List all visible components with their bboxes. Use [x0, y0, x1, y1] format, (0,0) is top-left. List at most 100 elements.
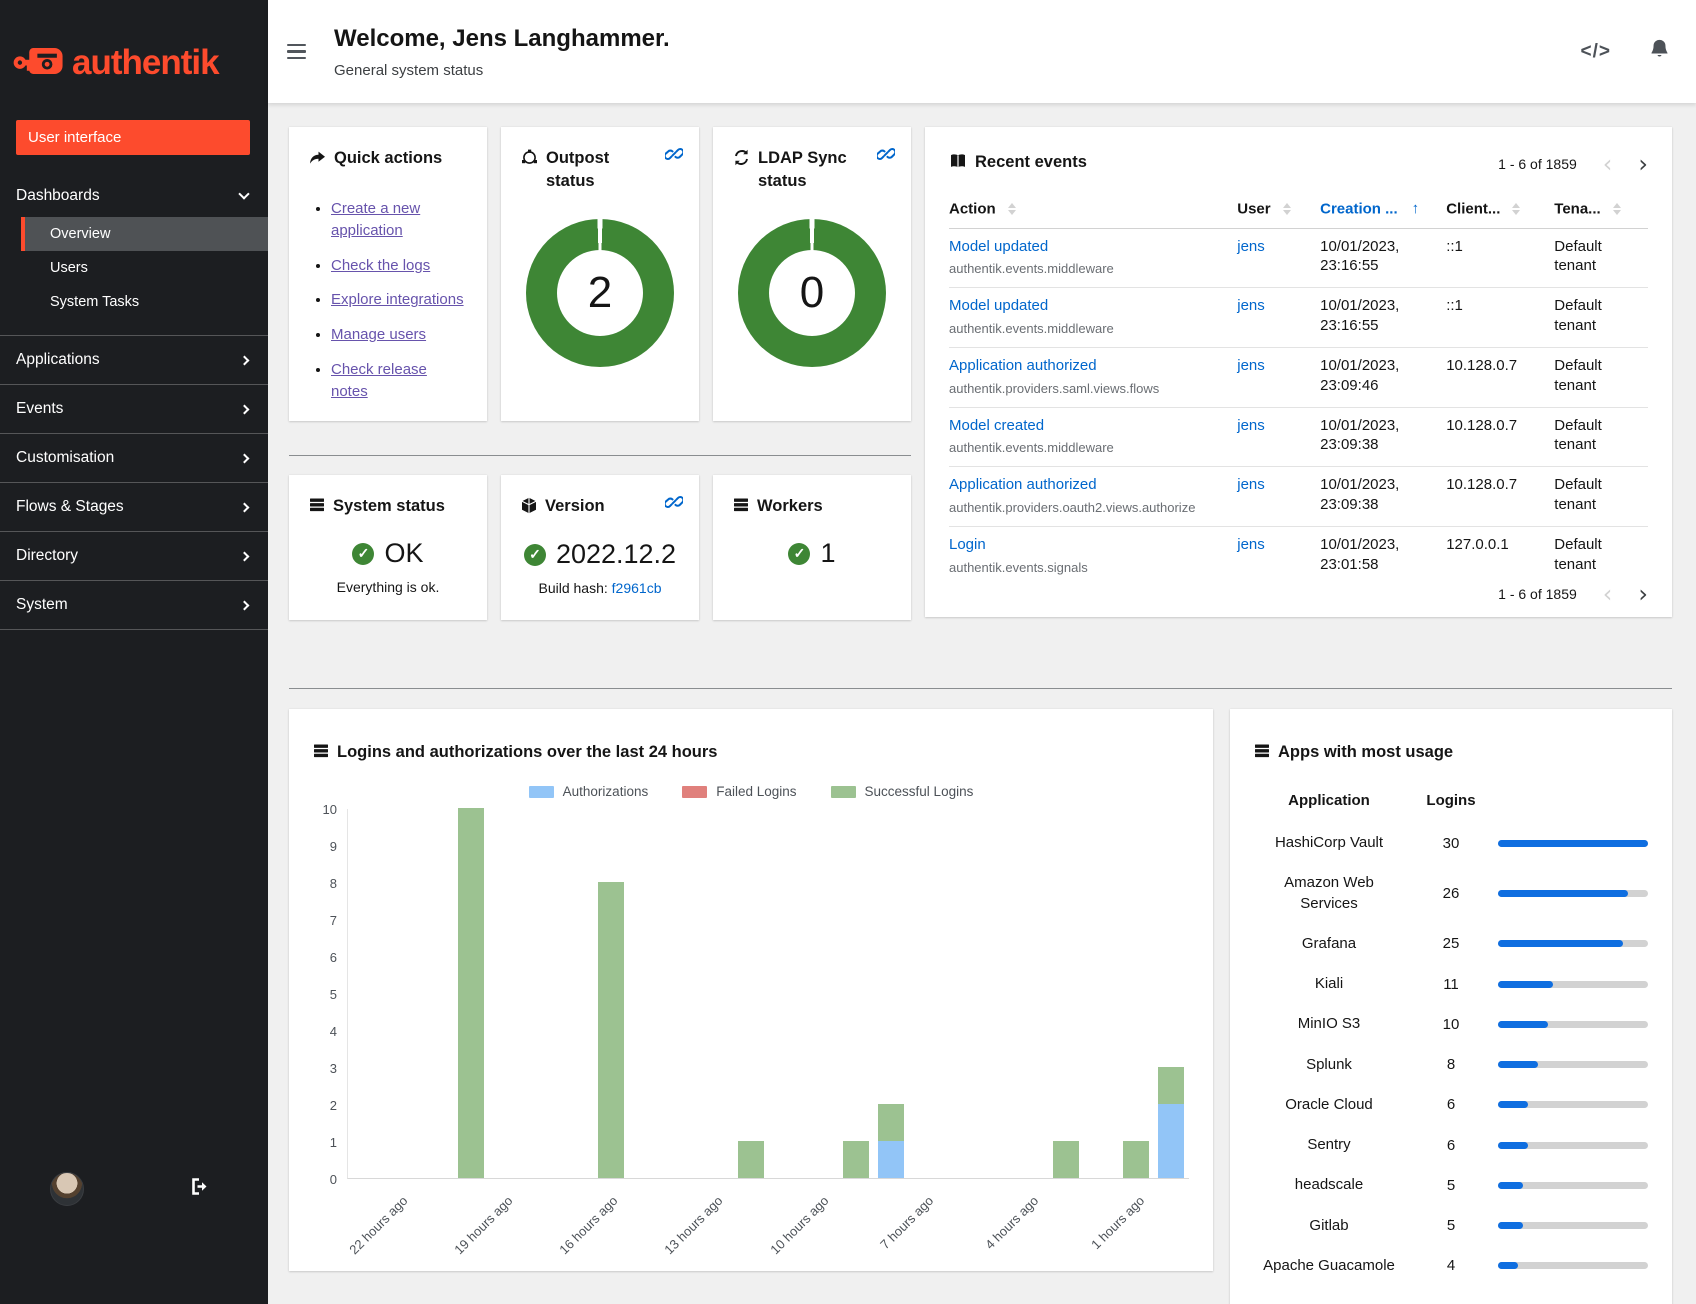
check-circle-icon: ✓: [352, 543, 374, 565]
legend-item-authorizations: Authorizations: [529, 784, 649, 799]
column-header-client[interactable]: Client...: [1446, 194, 1554, 228]
logo-text: authentik: [72, 43, 219, 83]
pagination-prev-icon[interactable]: ‹: [1603, 157, 1613, 171]
external-link-icon[interactable]: [665, 145, 683, 168]
event-action-link[interactable]: Application authorized: [949, 476, 1097, 493]
bar-stack: [1158, 1067, 1184, 1178]
outpost-status-card: Outpost status: [501, 127, 699, 421]
quick-action-link-check-release-notes[interactable]: Check release notes: [331, 361, 427, 400]
event-created: 10/01/2023, 23:16:55: [1320, 297, 1399, 334]
outpost-title-row: Outpost status: [521, 147, 651, 193]
quick-action-link-check-the-logs[interactable]: Check the logs: [331, 257, 430, 274]
app-login-count: 10: [1414, 1016, 1488, 1033]
app-usage-bar: [1498, 890, 1648, 897]
chart-x-axis: 22 hours ago19 hours ago16 hours ago13 h…: [347, 1179, 1189, 1269]
event-user-link[interactable]: jens: [1237, 536, 1265, 553]
build-hash-link[interactable]: f2961cb: [612, 580, 662, 596]
event-context: authentik.events.signals: [949, 560, 1227, 577]
sidebar-item-customisation[interactable]: Customisation: [0, 433, 268, 482]
bar-segment-successful: [1123, 1141, 1149, 1178]
sidebar-item-label: Users: [50, 260, 88, 276]
column-header-tena[interactable]: Tena...: [1554, 194, 1648, 228]
sidebar-item-system-tasks[interactable]: System Tasks: [21, 285, 268, 319]
app-login-count: 6: [1414, 1137, 1488, 1154]
quick-action-link-explore-integrations[interactable]: Explore integrations: [331, 291, 464, 308]
x-axis-tick-label: 22 hours ago: [346, 1193, 410, 1257]
events-table-head-row: ActionUserCreation ...↑Client...Tena...: [949, 194, 1648, 228]
pagination-bottom: 1 - 6 of 1859 ‹ ›: [949, 586, 1648, 602]
card-title-text: Workers: [757, 495, 823, 518]
sidebar-group-dashboards[interactable]: Dashboards: [0, 177, 268, 217]
external-link-icon[interactable]: [877, 145, 895, 168]
sidebar-item-users[interactable]: Users: [21, 251, 268, 285]
system-status-description: Everything is ok.: [309, 579, 467, 595]
app-name: Kiali: [1254, 964, 1404, 1004]
app-usage-bar-fill: [1498, 1222, 1523, 1229]
external-link-icon[interactable]: [665, 493, 683, 516]
user-interface-button[interactable]: User interface: [16, 120, 250, 155]
column-header-user[interactable]: User: [1237, 194, 1320, 228]
y-axis-tick-label: 9: [330, 839, 337, 854]
avatar[interactable]: [50, 1172, 84, 1206]
legend-label: Authorizations: [563, 784, 649, 799]
sort-icon: [1613, 203, 1621, 215]
event-action-link[interactable]: Model updated: [949, 297, 1048, 314]
quick-action-link-create-a-new-application[interactable]: Create a new application: [331, 200, 420, 239]
notifications-bell-icon[interactable]: [1649, 38, 1670, 65]
y-axis-tick-label: 0: [330, 1172, 337, 1187]
sidebar-item-events[interactable]: Events: [0, 384, 268, 433]
cube-icon: [521, 497, 537, 521]
pagination-next-icon[interactable]: ›: [1638, 587, 1648, 601]
event-user-link[interactable]: jens: [1237, 297, 1265, 314]
sidebar-footer: [50, 1172, 210, 1206]
chevron-right-icon: [240, 453, 250, 463]
event-action-link[interactable]: Model created: [949, 417, 1044, 434]
x-axis-tick-label: 13 hours ago: [662, 1193, 726, 1257]
sidebar-item-overview[interactable]: Overview: [21, 217, 268, 251]
event-user-link[interactable]: jens: [1237, 417, 1265, 434]
app-usage-bar: [1498, 1021, 1648, 1028]
sidebar-item-applications[interactable]: Applications: [0, 335, 268, 384]
topbar-actions: </>: [1581, 38, 1670, 65]
quick-action-item: Explore integrations: [331, 289, 467, 311]
hamburger-menu-icon[interactable]: [283, 40, 310, 64]
apps-column-application: Application: [1254, 792, 1404, 823]
pagination-next-icon[interactable]: ›: [1638, 157, 1648, 171]
pagination-label: 1 - 6 of 1859: [1498, 156, 1577, 172]
app-name: headscale: [1254, 1165, 1404, 1205]
event-user-link[interactable]: jens: [1237, 357, 1265, 374]
dashboard-content: Quick actions Create a new applicationCh…: [268, 103, 1696, 1304]
sign-out-icon[interactable]: [191, 1178, 210, 1200]
event-action-link[interactable]: Application authorized: [949, 357, 1097, 374]
event-user-link[interactable]: jens: [1237, 476, 1265, 493]
app-login-count: 4: [1414, 1257, 1488, 1274]
chevron-right-icon: [240, 600, 250, 610]
column-header-creation[interactable]: Creation ...↑: [1320, 194, 1446, 228]
column-header-action[interactable]: Action: [949, 194, 1237, 228]
sidebar-item-system[interactable]: System: [0, 580, 268, 630]
event-action-link[interactable]: Model updated: [949, 238, 1048, 255]
pagination-prev-icon[interactable]: ‹: [1603, 587, 1613, 601]
event-user-link[interactable]: jens: [1237, 238, 1265, 255]
apps-column-bar-spacer: [1498, 801, 1648, 815]
quick-action-link-manage-users[interactable]: Manage users: [331, 326, 426, 343]
api-code-icon[interactable]: </>: [1581, 41, 1611, 63]
sidebar-dashboards-items: Overview Users System Tasks: [21, 217, 268, 319]
legend-item-failed-logins: Failed Logins: [682, 784, 796, 799]
chevron-down-icon: [238, 188, 249, 199]
event-action-link[interactable]: Login: [949, 536, 986, 553]
app-usage-bar: [1498, 1182, 1648, 1189]
sort-icon: [1283, 203, 1291, 215]
app-usage-bar: [1498, 1262, 1648, 1269]
event-tenant: Default tenant: [1554, 357, 1602, 394]
bar-segment-successful: [843, 1141, 869, 1178]
app-name: Gitlab: [1254, 1206, 1404, 1246]
quick-action-item: Create a new application: [331, 198, 467, 242]
app-login-count: 6: [1414, 1096, 1488, 1113]
sidebar-item-flows-stages[interactable]: Flows & Stages: [0, 482, 268, 531]
sidebar-item-label: System Tasks: [50, 294, 139, 310]
sidebar-item-directory[interactable]: Directory: [0, 531, 268, 580]
sidebar-sections: ApplicationsEventsCustomisationFlows & S…: [0, 335, 268, 630]
event-client: 127.0.0.1: [1446, 536, 1509, 553]
check-circle-icon: ✓: [788, 543, 810, 565]
